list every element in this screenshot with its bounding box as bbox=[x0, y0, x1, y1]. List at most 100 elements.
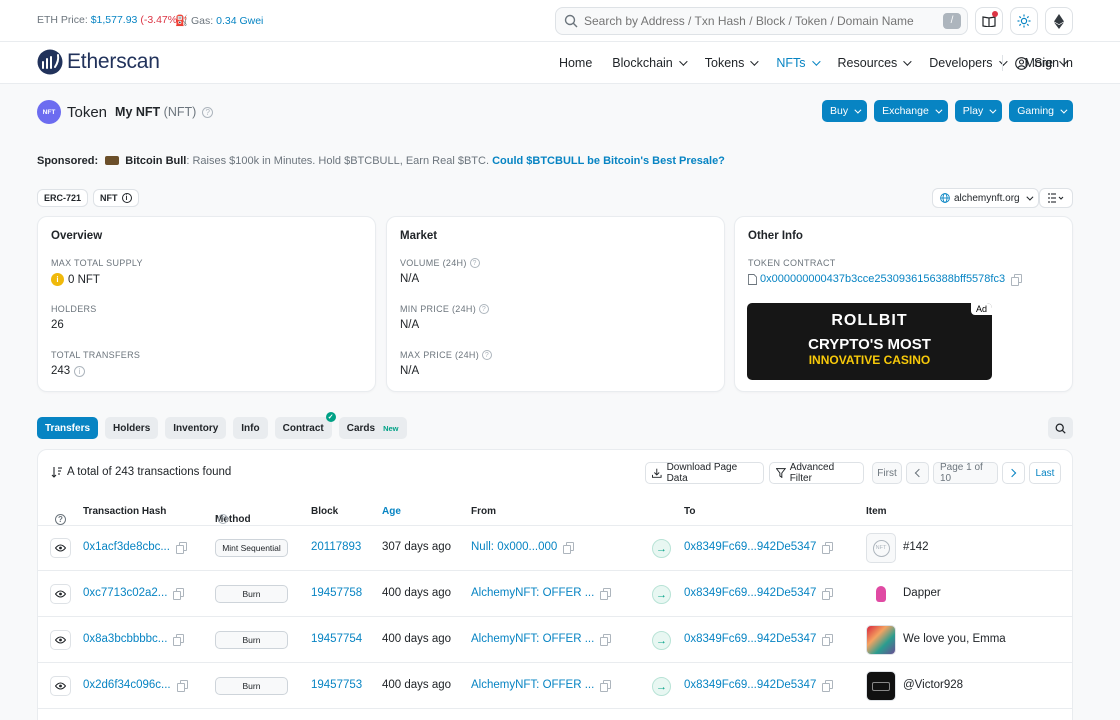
tab-transfers[interactable]: Transfers bbox=[37, 417, 99, 439]
copy-icon[interactable] bbox=[822, 542, 834, 554]
next-page-button[interactable] bbox=[1002, 462, 1025, 484]
to-address-link[interactable]: 0x8349Fc69...942De5347 bbox=[684, 679, 816, 691]
sponsor-cta-link[interactable]: Could $BTCBULL be Bitcoin's Best Presale… bbox=[492, 155, 725, 167]
block-link[interactable]: 20117893 bbox=[311, 541, 361, 553]
eth-price-value[interactable]: $1,577.93 bbox=[91, 14, 138, 26]
sponsor-brand[interactable]: Bitcoin Bull bbox=[125, 155, 186, 167]
help-icon[interactable]: ? bbox=[218, 514, 228, 524]
to-address-link[interactable]: 0x8349Fc69...942De5347 bbox=[684, 633, 816, 645]
to-address-link[interactable]: 0x8349Fc69...942De5347 bbox=[684, 587, 816, 599]
view-details-button[interactable] bbox=[50, 676, 71, 696]
info-icon[interactable]: i bbox=[74, 365, 86, 377]
new-badge: New bbox=[383, 423, 399, 433]
advanced-filter-button[interactable]: Advanced Filter bbox=[769, 462, 864, 484]
nav-blockchain[interactable]: Blockchain bbox=[612, 56, 688, 70]
txn-hash-link[interactable]: 0x8a3bcbbbbc... bbox=[83, 633, 167, 645]
view-details-button[interactable] bbox=[50, 630, 71, 650]
nav-tokens[interactable]: Tokens bbox=[705, 56, 760, 70]
help-icon[interactable]: ? bbox=[202, 106, 214, 118]
sign-in-link[interactable]: Sign In bbox=[1002, 55, 1073, 71]
col-age-toggle[interactable]: Age bbox=[382, 506, 401, 517]
item-thumbnail-nft[interactable]: NFT bbox=[866, 533, 896, 563]
block-link[interactable]: 19457754 bbox=[311, 633, 362, 645]
from-address-link[interactable]: AlchemyNFT: OFFER ... bbox=[471, 587, 594, 599]
page-title: Token bbox=[67, 103, 108, 121]
copy-icon[interactable] bbox=[822, 634, 834, 646]
rollbit-ad-banner[interactable]: Ad ROLLBIT CRYPTO'S MOST INNOVATIVE CASI… bbox=[747, 303, 992, 380]
copy-icon[interactable] bbox=[176, 680, 188, 692]
copy-icon[interactable] bbox=[173, 588, 185, 600]
nav-developers[interactable]: Developers bbox=[929, 56, 1008, 70]
from-address-link[interactable]: Null: 0x000...000 bbox=[471, 541, 557, 553]
chevron-left-icon bbox=[914, 468, 924, 478]
first-page-button[interactable]: First bbox=[872, 462, 902, 484]
nav-resources[interactable]: Resources bbox=[837, 56, 912, 70]
copy-icon[interactable] bbox=[1011, 274, 1023, 286]
view-details-button[interactable] bbox=[50, 584, 71, 604]
view-details-button[interactable] bbox=[50, 538, 71, 558]
copy-icon[interactable] bbox=[600, 588, 612, 600]
copy-icon[interactable] bbox=[173, 634, 185, 646]
txn-hash-cell: 0x2d6f34c096c... bbox=[83, 679, 188, 692]
copy-icon[interactable] bbox=[600, 634, 612, 646]
network-button[interactable] bbox=[1045, 7, 1073, 35]
item-thumbnail-dapper[interactable] bbox=[866, 579, 896, 609]
copy-icon[interactable] bbox=[600, 680, 612, 692]
overview-card: Overview MAX TOTAL SUPPLY i 0 NFT HOLDERS… bbox=[37, 216, 376, 392]
from-address-link[interactable]: AlchemyNFT: OFFER ... bbox=[471, 679, 594, 691]
etherscan-logo[interactable]: Etherscan bbox=[37, 49, 160, 75]
more-options-button[interactable] bbox=[1039, 188, 1073, 208]
help-icon[interactable]: ? bbox=[482, 350, 493, 360]
gaming-button[interactable]: Gaming bbox=[1009, 100, 1073, 122]
last-page-button[interactable]: Last bbox=[1029, 462, 1061, 484]
nav-resources-label: Resources bbox=[837, 56, 898, 70]
notifications-button[interactable] bbox=[975, 7, 1003, 35]
theme-toggle-button[interactable] bbox=[1010, 7, 1038, 35]
copy-icon[interactable] bbox=[822, 588, 834, 600]
block-link[interactable]: 19457758 bbox=[311, 587, 362, 599]
txn-hash-link[interactable]: 0x1acf3de8cbc... bbox=[83, 541, 170, 553]
search-input[interactable] bbox=[584, 8, 934, 34]
tab-holders[interactable]: Holders bbox=[105, 417, 159, 439]
download-data-button[interactable]: Download Page Data bbox=[645, 462, 764, 484]
tab-info[interactable]: Info bbox=[233, 417, 268, 439]
transactions-count: A total of 243 transactions found bbox=[51, 466, 231, 478]
item-name: @Victor928 bbox=[903, 679, 964, 691]
website-dropdown[interactable]: alchemynft.org bbox=[932, 188, 1039, 208]
play-button[interactable]: Play bbox=[954, 100, 1003, 122]
tab-cards[interactable]: Cards New bbox=[338, 417, 407, 439]
to-address-link[interactable]: 0x8349Fc69...942De5347 bbox=[684, 541, 816, 553]
nav-developers-label: Developers bbox=[929, 56, 993, 70]
sort-icon bbox=[51, 467, 62, 478]
nav-nfts[interactable]: NFTs bbox=[776, 56, 821, 70]
page-indicator-text: Page 1 of 10 bbox=[940, 462, 983, 484]
txn-hash-link[interactable]: 0x2d6f34c096c... bbox=[83, 679, 171, 691]
nav-home[interactable]: Home bbox=[559, 56, 592, 70]
item-thumbnail-victor[interactable] bbox=[866, 671, 896, 701]
copy-icon[interactable] bbox=[175, 542, 187, 554]
info-icon[interactable]: i bbox=[121, 193, 132, 203]
ethereum-icon bbox=[1054, 13, 1064, 29]
nav-home-label: Home bbox=[558, 56, 593, 70]
nft-badge: NFT i bbox=[93, 189, 139, 207]
help-icon[interactable]: ? bbox=[479, 304, 490, 314]
exchange-button[interactable]: Exchange bbox=[874, 100, 948, 122]
block-link[interactable]: 19457753 bbox=[311, 679, 362, 691]
help-icon[interactable]: ? bbox=[469, 258, 480, 268]
buy-button[interactable]: Buy bbox=[822, 100, 868, 122]
eye-icon bbox=[55, 682, 66, 690]
table-search-button[interactable] bbox=[1048, 417, 1073, 439]
arrow-right-icon: → bbox=[652, 631, 671, 650]
from-address-link[interactable]: AlchemyNFT: OFFER ... bbox=[471, 633, 594, 645]
tab-inventory[interactable]: Inventory bbox=[165, 417, 227, 439]
copy-icon[interactable] bbox=[563, 542, 575, 554]
gas-value[interactable]: 0.34 Gwei bbox=[216, 15, 263, 27]
prev-page-button[interactable] bbox=[906, 462, 929, 484]
item-thumbnail-emma[interactable] bbox=[866, 625, 896, 655]
token-contract-link[interactable]: 0x000000000437b3cce2530936156388bff5578f… bbox=[760, 273, 1005, 285]
txn-hash-cell: 0x1acf3de8cbc... bbox=[83, 541, 187, 554]
method-badge: Burn bbox=[215, 585, 288, 603]
tab-contract[interactable]: Contract ✓ bbox=[274, 412, 336, 439]
txn-hash-link[interactable]: 0xc7713c02a2... bbox=[83, 587, 167, 599]
copy-icon[interactable] bbox=[822, 680, 834, 692]
